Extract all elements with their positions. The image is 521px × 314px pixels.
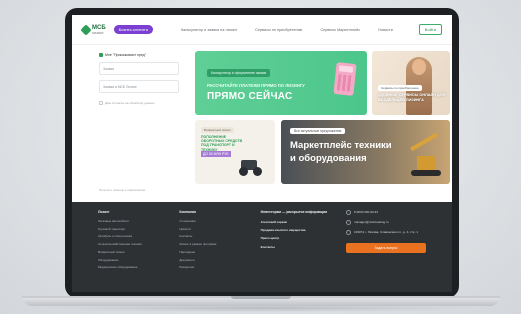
- mail-icon: [345, 220, 351, 225]
- footer-link[interactable]: Автобусы и спецтехника: [98, 233, 179, 241]
- footer-link[interactable]: Контакты: [261, 243, 342, 251]
- form-field-2[interactable]: Заявка в МСБ Лизинг: [99, 80, 179, 93]
- banner-return-leasing[interactable]: Возвратный лизинг ПОПОЛНЕНИЕ ОБОРОТНЫХ С…: [195, 120, 275, 184]
- site-footer: Лизинг Легковые автомобили Грузовой тран…: [72, 202, 452, 292]
- banner-marketplace-tag: Все актуальные предложения: [290, 128, 346, 134]
- banner-marketplace[interactable]: Все актуальные предложения Маркетплейс т…: [281, 120, 450, 184]
- phone-text: 8 (800) 500-93-94: [353, 210, 379, 214]
- email-text: manager@msb-leasing.ru: [353, 220, 389, 224]
- footer-col-leasing: Лизинг Легковые автомобили Грузовой тран…: [98, 210, 179, 272]
- form-title: Мне "Приказывают пред": [99, 53, 179, 57]
- form-field-1[interactable]: Заявка: [99, 62, 179, 75]
- logo-text: МСБ: [92, 24, 106, 31]
- form-title-icon: [99, 53, 103, 57]
- footer-link[interactable]: Сельскохозяйственная техника: [98, 241, 179, 249]
- footer-link[interactable]: Новости: [179, 226, 260, 234]
- consent-checkbox[interactable]: Даю согласие на обработку данных: [99, 101, 179, 105]
- ask-question-button[interactable]: Задать вопрос: [345, 243, 426, 253]
- banner-calculator-tag: Калькулятор и оформление заявки: [207, 69, 271, 77]
- footer-link[interactable]: О компании: [179, 218, 260, 226]
- footer-link[interactable]: Контакты: [179, 233, 260, 241]
- nav-item-calculator[interactable]: Калькулятор и заявка на лизинг: [181, 28, 237, 32]
- banner-marketplace-title-2: и оборудования: [290, 153, 367, 164]
- footer-link[interactable]: Агентский сервис: [261, 218, 342, 226]
- footer-link[interactable]: Оборудование: [98, 257, 179, 265]
- logo-icon: [80, 23, 92, 36]
- location-icon: [345, 230, 351, 235]
- person-head: [412, 59, 426, 75]
- footer-link[interactable]: Легковые автомобили: [98, 218, 179, 226]
- banner-services[interactable]: Сервисы по приобретению УДОБНЫЕ СЕРВИСЫ …: [372, 51, 450, 115]
- footer-phone[interactable]: 8 (800) 500-93-94: [345, 210, 426, 215]
- laptop-notch: [231, 296, 291, 299]
- banner-calculator[interactable]: Калькулятор и оформление заявки РАССЧИТА…: [195, 51, 367, 115]
- logo-subtext: ЛИЗИНГ: [92, 30, 104, 35]
- footer-address: 109074, г. Москва, Славянская пл., д. 4,…: [345, 230, 426, 235]
- checkbox-box[interactable]: [99, 101, 103, 105]
- banner-return-tag: Возвратный лизинг: [201, 127, 234, 133]
- footer-email[interactable]: manager@msb-leasing.ru: [345, 220, 426, 225]
- banner-return-text: ПОПОЛНЕНИЕ ОБОРОТНЫХ СРЕДСТВ ПОД ТРАНСПО…: [201, 135, 243, 152]
- banner-services-tag: Сервисы по приобретению: [378, 85, 422, 91]
- login-button[interactable]: Войти: [418, 24, 442, 35]
- main-nav: Калькулятор и заявка на лизинг Сервисы п…: [181, 28, 393, 32]
- banner-calculator-subtitle: РАССЧИТАЙТЕ ПЛАТЕЖИ ПРЯМО ПО ЛИЗИНГУ: [207, 83, 305, 88]
- phone-icon: [345, 210, 351, 215]
- form-title-text: Мне "Приказывают пред": [105, 53, 146, 57]
- footer-col-heading: Компания: [179, 210, 196, 214]
- footer-link[interactable]: Лизинг в рамках программ: [179, 241, 260, 249]
- footer-col-heading[interactable]: Инвесторам — раскрытие информации: [261, 210, 342, 214]
- nav-item-marketplace[interactable]: Сервисы Маркетплейс: [320, 28, 360, 32]
- nav-item-news[interactable]: Новости: [378, 28, 393, 32]
- footer-link[interactable]: Партнёрам: [179, 249, 260, 257]
- excavator-illustration: [399, 132, 443, 178]
- tractor-illustration: [233, 158, 265, 176]
- footer-link[interactable]: Раскрытие: [179, 264, 260, 272]
- footer-link[interactable]: Продажа изъятого имущества: [261, 226, 342, 234]
- footer-col-heading: Лизинг: [98, 210, 110, 214]
- consent-label: Даю согласие на обработку данных: [105, 101, 155, 105]
- nav-item-services[interactable]: Сервисы по приобретению: [255, 28, 302, 32]
- help-link[interactable]: Получить помощь в оформлении: [99, 188, 145, 192]
- application-form: Мне "Приказывают пред" Заявка Заявка в М…: [99, 53, 179, 105]
- footer-col-investors: Инвесторам — раскрытие информации Агентс…: [261, 210, 342, 272]
- footer-link[interactable]: Грузовой транспорт: [98, 226, 179, 234]
- calculator-illustration: [333, 62, 357, 96]
- banner-services-text: УДОБНЫЕ СЕРВИСЫ ОНЛАЙН ДЛЯ ВЛАДЕЛЬЦЕВ ЛИ…: [378, 93, 446, 102]
- laptop-screen: МСБ ЛИЗИНГ Бизнес-клиента Калькулятор и …: [72, 15, 452, 292]
- footer-col-company: Компания О компании Новости Контакты Лиз…: [179, 210, 260, 272]
- footer-link[interactable]: Пресс-центр: [261, 234, 342, 242]
- banner-calculator-title: ПРЯМО СЕЙЧАС: [207, 91, 293, 102]
- footer-link[interactable]: Возвратный лизинг: [98, 249, 179, 257]
- client-type-pill[interactable]: Бизнес-клиента: [113, 25, 153, 34]
- footer-link[interactable]: Документы: [179, 257, 260, 265]
- banner-marketplace-title-1: Маркетплейс техники: [290, 140, 392, 151]
- site-header: МСБ ЛИЗИНГ Бизнес-клиента Калькулятор и …: [72, 15, 452, 45]
- footer-link[interactable]: Медицинское оборудование: [98, 264, 179, 272]
- banner-return-highlight: ДО 30 МЛН РУБ: [201, 151, 231, 157]
- site-logo[interactable]: МСБ ЛИЗИНГ: [80, 23, 106, 36]
- address-text: 109074, г. Москва, Славянская пл., д. 4,…: [353, 230, 418, 234]
- footer-contacts: 8 (800) 500-93-94 manager@msb-leasing.ru…: [345, 210, 426, 272]
